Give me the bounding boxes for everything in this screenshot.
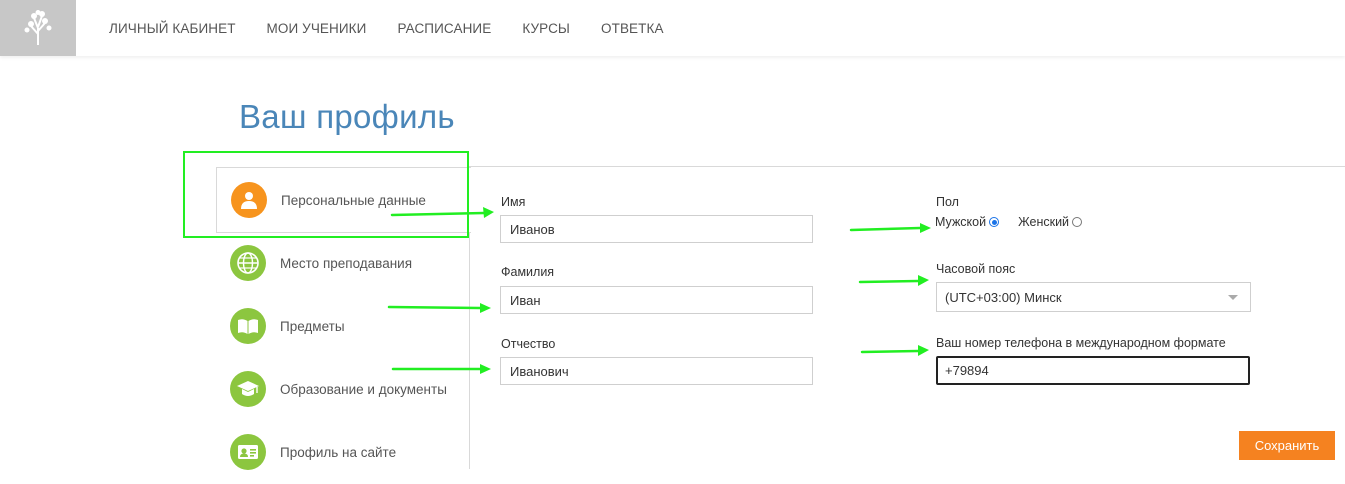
gender-label: Пол: [936, 195, 959, 209]
sidebar-item-label: Персональные данные: [281, 192, 426, 208]
last-name-input[interactable]: [500, 286, 813, 314]
book-icon: [230, 308, 266, 344]
user-icon: [231, 182, 267, 218]
timezone-select[interactable]: (UTC+03:00) Минск: [936, 282, 1251, 312]
sidebar-item-label: Предметы: [280, 318, 345, 334]
top-bar: ЛИЧНЫЙ КАБИНЕТ МОИ УЧЕНИКИ РАСПИСАНИЕ КУ…: [0, 0, 1345, 56]
nav-my-students[interactable]: МОИ УЧЕНИКИ: [267, 21, 367, 36]
annotation-arrow-icon: [860, 349, 920, 354]
sidebar-item-site-profile[interactable]: Профиль на сайте: [216, 420, 470, 484]
gender-male-label: Мужской: [935, 215, 987, 229]
page-title: Ваш профиль: [239, 98, 455, 135]
annotation-arrowhead-icon: [918, 345, 929, 356]
sidebar-item-personal-data[interactable]: Персональные данные: [216, 167, 471, 233]
gender-male-radio[interactable]: [989, 217, 1000, 227]
sidebar-item-label: Образование и документы: [280, 381, 447, 397]
gender-female-radio[interactable]: [1072, 217, 1083, 227]
chevron-down-icon: [1228, 295, 1238, 300]
last-name-label: Фамилия: [501, 265, 555, 279]
sidebar-item-subjects[interactable]: Предметы: [216, 294, 470, 358]
annotation-arrow-icon: [858, 279, 920, 284]
patronymic-label: Отчество: [501, 337, 556, 351]
annotation-arrowhead-icon: [918, 275, 929, 286]
annotation-arrowhead-icon: [483, 207, 494, 218]
sidebar-item-label: Профиль на сайте: [280, 444, 397, 460]
annotation-arrowhead-icon: [480, 303, 491, 313]
graduation-cap-icon: [230, 371, 266, 407]
nav-answers[interactable]: ОТВЕТКА: [601, 21, 664, 36]
phone-label: Ваш номер телефона в международном форма…: [936, 336, 1226, 350]
content-top-divider: [470, 166, 1345, 167]
id-card-icon: [230, 434, 266, 470]
timezone-value: (UTC+03:00) Минск: [945, 289, 1062, 305]
sidebar-item-teaching-place[interactable]: Место преподавания: [216, 231, 470, 295]
timezone-label: Часовой пояс: [936, 262, 1016, 276]
save-button[interactable]: Сохранить: [1239, 431, 1335, 460]
annotation-arrow-icon: [849, 226, 922, 232]
phone-input[interactable]: [936, 356, 1250, 385]
tree-logo-icon: [24, 10, 52, 45]
first-name-label: Имя: [501, 195, 526, 209]
annotation-arrowhead-icon: [920, 223, 931, 233]
nav-personal-cabinet[interactable]: ЛИЧНЫЙ КАБИНЕТ: [109, 21, 236, 36]
nav-courses[interactable]: КУРСЫ: [522, 21, 570, 36]
sidebar-item-label: Место преподавания: [280, 255, 413, 271]
first-name-input[interactable]: [500, 215, 813, 243]
patronymic-input[interactable]: [500, 357, 813, 385]
globe-icon: [230, 245, 266, 281]
annotation-arrowhead-icon: [480, 364, 491, 374]
gender-female-label: Женский: [1018, 215, 1070, 229]
nav-schedule[interactable]: РАСПИСАНИЕ: [397, 21, 491, 36]
logo[interactable]: [0, 0, 76, 56]
sidebar-item-education[interactable]: Образование и документы: [216, 357, 470, 421]
main-nav: ЛИЧНЫЙ КАБИНЕТ МОИ УЧЕНИКИ РАСПИСАНИЕ КУ…: [109, 0, 695, 56]
gender-radio-group: Мужской Женский: [935, 215, 1083, 229]
